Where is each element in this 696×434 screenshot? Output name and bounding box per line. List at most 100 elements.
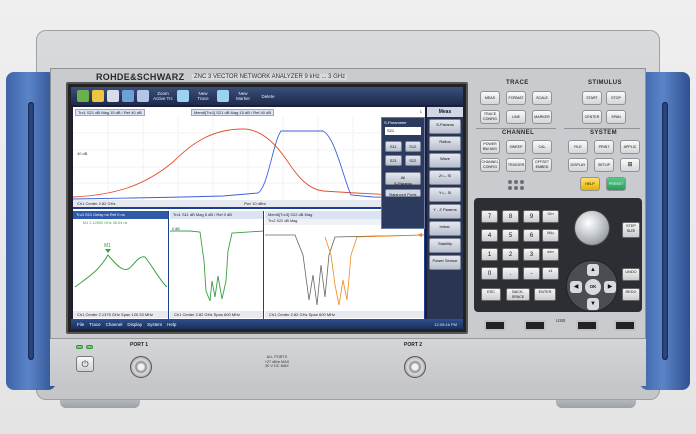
diagram-3-header[interactable]: Trc1 S11 dB Mag 5 dB / Ref 0 dB [170, 211, 263, 219]
sweep-key[interactable]: SWEEP [506, 140, 526, 154]
preset-key[interactable]: PRESET [606, 177, 626, 191]
softkey-yz-params[interactable]: Y - Z Params [429, 204, 461, 219]
key-3[interactable]: 3 [523, 248, 540, 261]
key-0[interactable]: 0 [481, 267, 498, 280]
new-trace-icon[interactable] [177, 90, 189, 102]
save-icon[interactable] [107, 90, 119, 102]
format-key[interactable]: FORMAT [506, 91, 526, 105]
arrow-up-icon[interactable]: ▲ [587, 264, 599, 276]
usb-port-1[interactable] [484, 320, 506, 331]
app-icon[interactable] [77, 90, 89, 102]
sparam-select[interactable]: S21 [385, 127, 421, 135]
sparam-s11[interactable]: S11 [385, 141, 402, 152]
cal-key[interactable]: CAL [532, 140, 552, 154]
key-5[interactable]: 5 [502, 229, 519, 242]
ok-button[interactable]: OK [585, 279, 601, 295]
usb-port-2[interactable] [524, 320, 546, 331]
rotary-knob[interactable] [574, 210, 610, 246]
trace-label-trc1[interactable]: Trc1 S21 dB Mag 15 dB / Ref 40 dB [75, 109, 145, 116]
key-2[interactable]: 2 [502, 248, 519, 261]
applic-key[interactable]: APPLIC [620, 140, 640, 154]
diagram-1[interactable]: Trc1 S21 dB Mag 15 dB / Ref 40 dB Mem6[T… [73, 107, 425, 209]
print-key[interactable]: PRINT [594, 140, 614, 154]
key-k-m[interactable]: k/m [542, 248, 559, 261]
menu-file[interactable]: File [77, 322, 84, 327]
softkey-imbal[interactable]: Imbal. [429, 221, 461, 236]
power-button[interactable]: ⏻ [76, 356, 94, 372]
port-2-connector[interactable] [404, 356, 426, 378]
windows-icon[interactable]: ⊞ [620, 158, 640, 172]
diagram-2-header[interactable]: Trc3 S21 Delay ns Ref 0 ns [73, 211, 168, 219]
key-4[interactable]: 4 [481, 229, 498, 242]
key-minus[interactable]: - [523, 267, 540, 280]
all-sparams-button[interactable]: All S-Params [385, 172, 421, 186]
span-key[interactable]: SPAN [606, 110, 626, 124]
key-8[interactable]: 8 [502, 210, 519, 223]
diagram-3[interactable]: Trc1 S11 dB Mag 5 dB / Ref 0 dB 0 dB Ch1… [170, 211, 264, 319]
softkey-ratios[interactable]: Ratios [429, 136, 461, 151]
channel-config-key[interactable]: CHANNEL CONFIG [480, 158, 500, 172]
setup-key[interactable]: SETUP [594, 158, 614, 172]
enter-key[interactable]: ENTER [534, 288, 556, 301]
usb-port-4[interactable] [614, 320, 636, 331]
line-key[interactable]: LINE [506, 110, 526, 124]
menu-channel[interactable]: Channel [106, 322, 123, 327]
undo-key[interactable]: UNDO [622, 268, 640, 281]
new-marker-icon[interactable] [217, 90, 229, 102]
trace-config-key[interactable]: TRACE CONFIG [480, 110, 500, 124]
help-key[interactable]: HELP [580, 177, 600, 191]
port-1-connector[interactable] [130, 356, 152, 378]
menu-help[interactable]: Help [167, 322, 176, 327]
marker-key[interactable]: MARKER [532, 110, 552, 124]
display-key[interactable]: DISPLAY [568, 158, 588, 172]
key-1[interactable]: 1 [481, 248, 498, 261]
sparam-s22[interactable]: S22 [404, 155, 421, 166]
trace-label-mem[interactable]: Mem6[Trc1] S21 dB Mag 15 dB / Ref 40 dB [191, 109, 274, 116]
start-key[interactable]: START [582, 91, 602, 105]
usb-port-3[interactable] [576, 320, 598, 331]
stop-key[interactable]: STOP [606, 91, 626, 105]
key-9[interactable]: 9 [523, 210, 540, 223]
softkey-stability[interactable]: Stability [429, 238, 461, 253]
menu-system[interactable]: System [147, 322, 162, 327]
key-g-n[interactable]: G/n [542, 210, 559, 223]
softkey-power-sensor[interactable]: Power Sensor [429, 255, 461, 270]
softkey-s-params[interactable]: S-Params [429, 119, 461, 134]
key-6[interactable]: 6 [523, 229, 540, 242]
key-dot[interactable]: . [502, 267, 519, 280]
file-key[interactable]: FILE [568, 140, 588, 154]
balanced-ports-button[interactable]: Balanced Ports [385, 189, 421, 197]
new-trace-button[interactable]: New Trace [192, 91, 214, 101]
menu-display[interactable]: Display [127, 322, 142, 327]
key-7[interactable]: 7 [481, 210, 498, 223]
softkey-z-si[interactable]: Z<-- Si [429, 170, 461, 185]
zoom-active-trace-button[interactable]: Zoom Active Trc [152, 91, 174, 101]
print-icon[interactable] [122, 90, 134, 102]
meas-key[interactable]: MEAS [480, 91, 500, 105]
scale-key[interactable]: SCALE [532, 91, 552, 105]
softkey-y-si[interactable]: Y<-- Si [429, 187, 461, 202]
arrow-down-icon[interactable]: ▼ [587, 298, 599, 310]
redo-key[interactable]: REDO [622, 288, 640, 301]
delete-button[interactable]: Delete [257, 94, 279, 99]
key-x1[interactable]: x1 [542, 267, 559, 280]
step-size-key[interactable]: STEP SIZE [622, 222, 640, 238]
arrow-left-icon[interactable]: ◀ [570, 281, 582, 293]
menu-trace[interactable]: Trace [89, 322, 100, 327]
center-key[interactable]: CENTER [582, 110, 602, 124]
key-m-u[interactable]: M/μ [542, 229, 559, 242]
trigger-key[interactable]: TRIGGER [506, 158, 526, 172]
offset-embed-key[interactable]: OFFSET EMBED [532, 158, 552, 172]
power-bw-avg-key[interactable]: POWER BW AVG [480, 140, 500, 154]
diagram-2[interactable]: Trc3 S21 Delay ns Ref 0 ns M1 2.12500 GH… [73, 211, 169, 319]
esc-key[interactable]: ESC [481, 288, 501, 301]
backspace-key[interactable]: BACK-SPACE [506, 288, 530, 301]
zoom-icon[interactable] [137, 90, 149, 102]
open-icon[interactable] [92, 90, 104, 102]
touch-screen[interactable]: Zoom Active Trc New Trace New Marker Del… [71, 87, 463, 329]
new-marker-button[interactable]: New Marker [232, 91, 254, 101]
softkey-wave[interactable]: Wave [429, 153, 461, 168]
diagram-area[interactable]: Trc1 S21 dB Mag 15 dB / Ref 40 dB Mem6[T… [73, 107, 425, 319]
sparam-s21[interactable]: S21 [385, 155, 402, 166]
sparam-s12[interactable]: S12 [404, 141, 421, 152]
